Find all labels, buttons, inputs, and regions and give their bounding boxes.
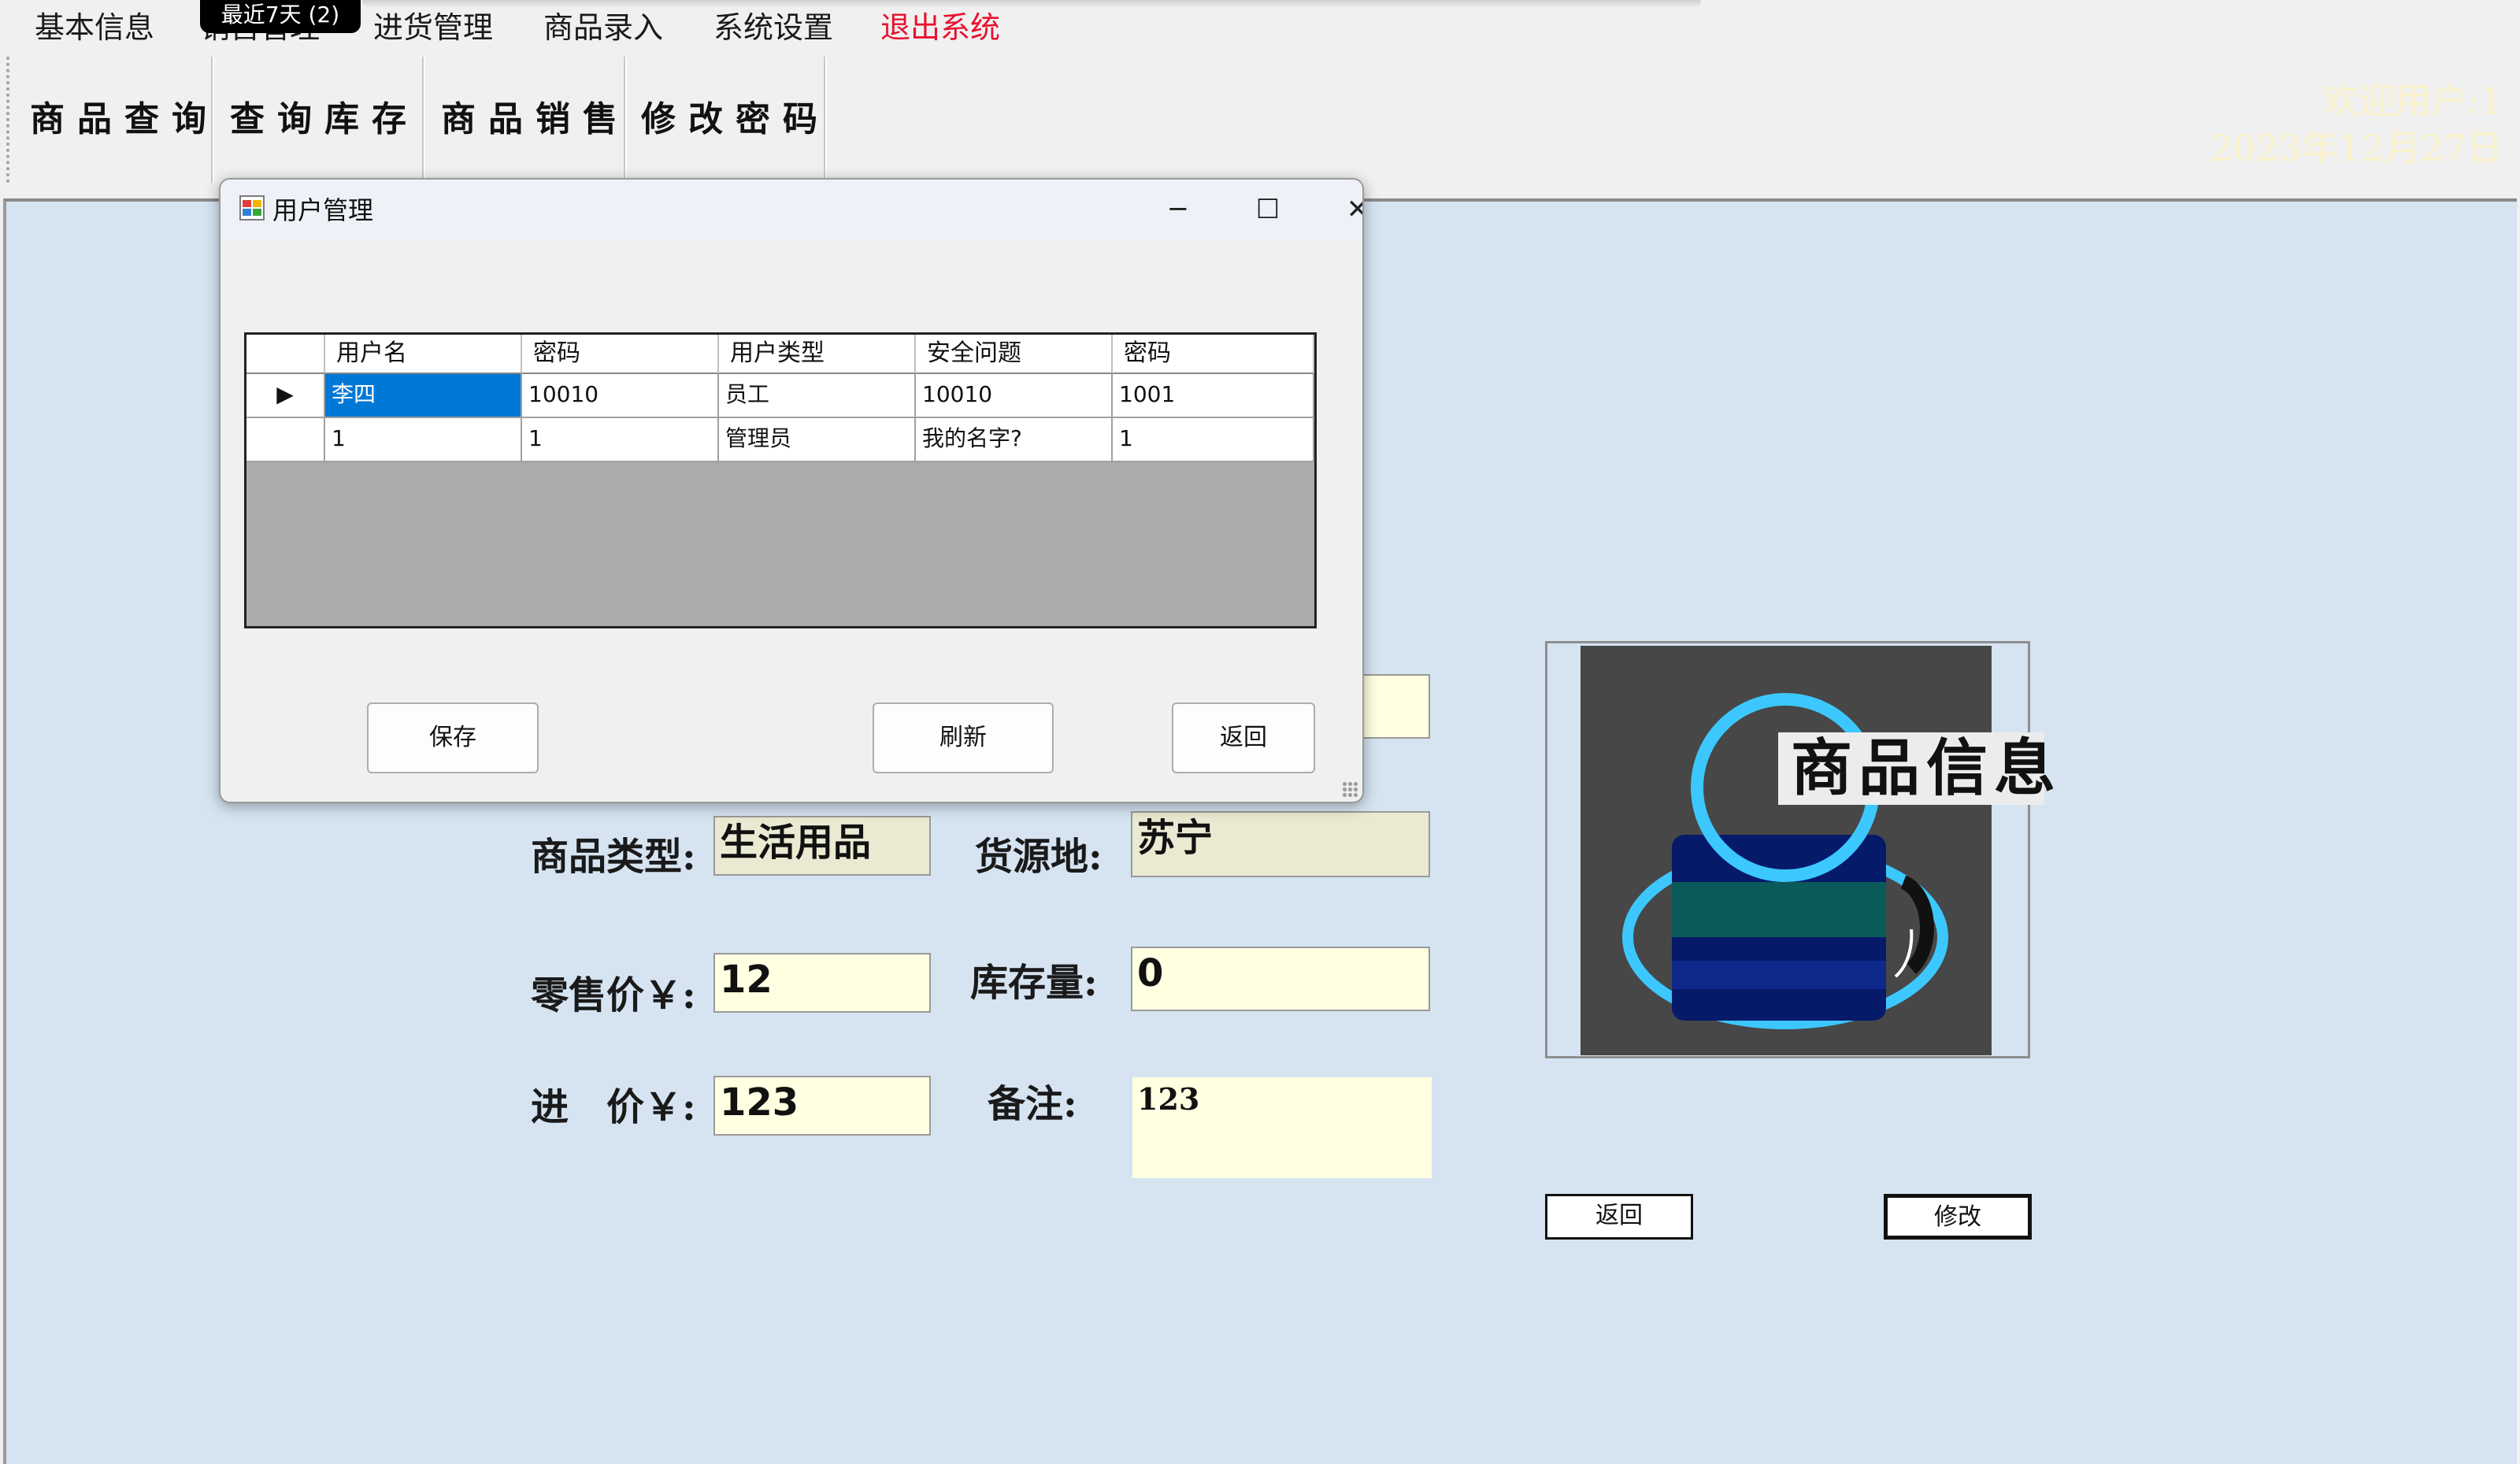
note-field[interactable]: 123 [1132,1077,1432,1178]
dialog-title: 用户管理 [272,195,374,225]
note-label: 备注: [988,1082,1077,1126]
grid-cell[interactable]: 1001 [1113,374,1314,418]
image-caption: 商品信息 [1778,732,2055,805]
refresh-button[interactable]: 刷新 [873,702,1054,773]
column-header[interactable]: 用户名 [325,335,522,374]
toolbar-separator [422,57,425,183]
user-management-dialog: 用户管理 ─ ☐ ✕ 用户名 密码 用户类型 安全问题 密码 ▶ 李四 1001… [219,178,1364,803]
column-header[interactable]: 密码 [1113,335,1314,374]
grid-cell[interactable]: 1 [325,418,522,462]
stock-label: 库存量: [970,961,1098,1005]
recent-tooltip: 最近7天 (2) [200,0,361,33]
grid-cell[interactable]: 李四 [325,374,522,418]
column-header[interactable]: 安全问题 [916,335,1113,374]
minimize-icon[interactable]: ─ [1134,180,1222,239]
product-image-box[interactable] [1545,641,2030,1058]
menu-product-entry[interactable]: 商品录入 [543,3,663,46]
grid-cell[interactable]: 1 [522,418,719,462]
purchase-price-field[interactable]: 123 [713,1076,931,1136]
product-query-button[interactable]: 商品查询 [30,54,219,186]
product-sales-button[interactable]: 商品销售 [441,54,630,186]
retail-price-label: 零售价￥: [531,973,696,1017]
purchase-price-label: 进 价￥: [531,1085,696,1129]
retail-price-field[interactable]: 12 [713,953,931,1013]
user-grid[interactable]: 用户名 密码 用户类型 安全问题 密码 ▶ 李四 10010 员工 10010 … [244,332,1317,628]
toolbar-separator [211,57,214,183]
welcome-text: 欢迎用户:1 [2322,80,2503,122]
category-label: 商品类型: [531,835,696,879]
column-header[interactable]: 用户类型 [719,335,916,374]
menu-bar: 基本信息 销售管理 最近7天 (2) 进货管理 商品录入 系统设置 退出系统 [0,0,2520,46]
grid-cell[interactable]: 10010 [916,374,1113,418]
current-row-icon: ▶ [276,381,294,407]
dialog-back-button[interactable]: 返回 [1172,702,1315,773]
date-text: 2023年12月27日 [2209,127,2503,169]
origin-label: 货源地: [975,835,1102,879]
form-back-button[interactable]: 返回 [1545,1194,1693,1240]
grid-cell[interactable]: 10010 [522,374,719,418]
close-icon[interactable]: ✕ [1314,180,1362,239]
maximize-icon[interactable]: ☐ [1224,180,1312,239]
grid-cell[interactable]: 我的名字? [916,418,1113,462]
product-image [1581,646,1992,1055]
menu-system-settings[interactable]: 系统设置 [713,3,833,46]
grid-cell[interactable]: 管理员 [719,418,916,462]
toolbar: 商品查询 查询库存 商品销售 修改密码 欢迎用户:1 2023年12月27日 [0,54,2520,192]
save-button[interactable]: 保存 [367,702,539,773]
grid-cell[interactable]: 员工 [719,374,916,418]
origin-field[interactable]: 苏宁 [1131,811,1430,877]
row-header[interactable] [246,418,325,462]
row-header-current[interactable]: ▶ [246,374,325,418]
toolbar-grip[interactable] [6,57,13,183]
app-window-icon [239,195,265,221]
category-field[interactable]: 生活用品 [713,816,931,876]
toolbar-separator [824,57,827,183]
menu-exit[interactable]: 退出系统 [880,3,1000,46]
menu-basic-info[interactable]: 基本信息 [35,3,154,46]
change-password-button[interactable]: 修改密码 [641,54,830,186]
column-header[interactable]: 密码 [522,335,719,374]
grid-corner [246,335,325,374]
stock-query-button[interactable]: 查询库存 [230,54,419,186]
toolbar-separator [624,57,627,183]
grid-cell[interactable]: 1 [1113,418,1314,462]
menu-purchase[interactable]: 进货管理 [373,3,493,46]
stock-field[interactable]: 0 [1131,947,1430,1011]
dialog-title-bar[interactable]: 用户管理 ─ ☐ ✕ [220,180,1362,239]
resize-grip[interactable] [1342,781,1358,797]
form-modify-button[interactable]: 修改 [1884,1194,2032,1240]
